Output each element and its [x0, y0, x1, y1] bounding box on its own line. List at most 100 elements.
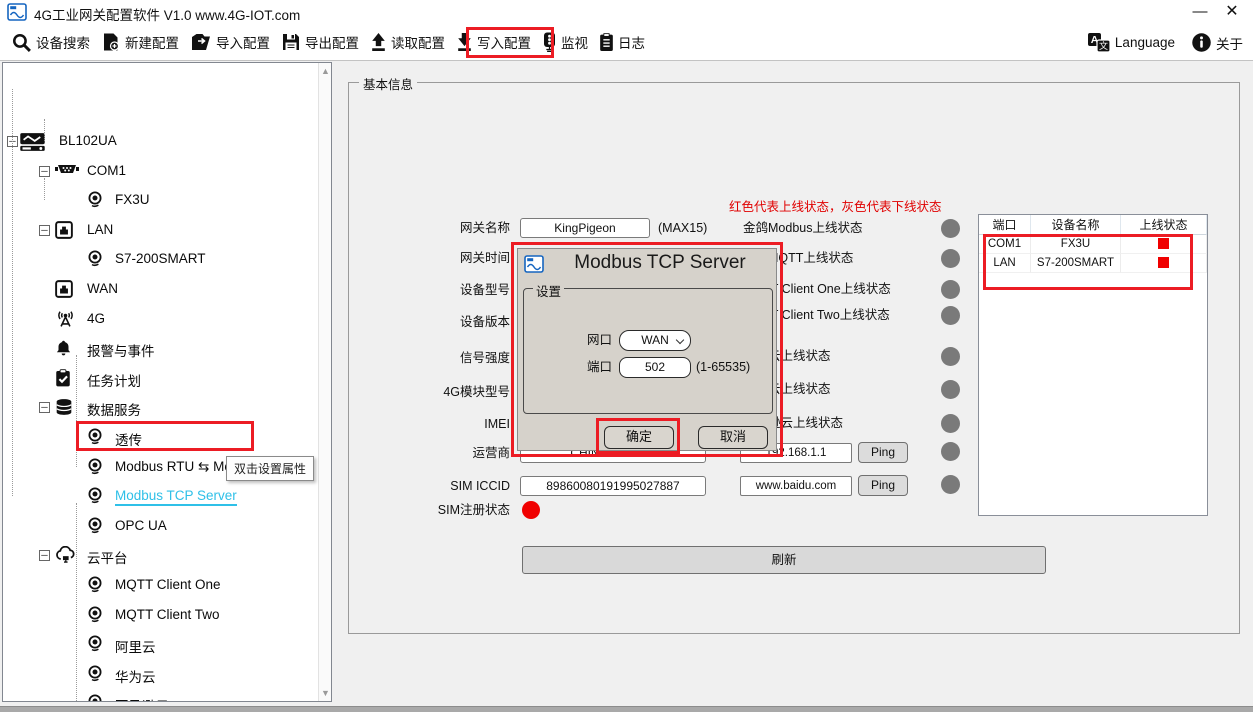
- online-indicator-square: [1158, 238, 1169, 250]
- collapse-icon[interactable]: ─: [39, 402, 50, 413]
- table-header-cell: 上线状态: [1121, 215, 1207, 235]
- tree-connector: [76, 503, 77, 701]
- tree-item-label: 任务计划: [87, 374, 141, 389]
- read-config-icon: [370, 32, 387, 53]
- application-window: 4G工业网关配置软件 V1.0 www.4G-IOT.com — ✕ 设备搜索 新…: [0, 0, 1253, 712]
- import-config-icon: [190, 32, 212, 52]
- tree-item-bl102ua[interactable]: ─ BL102UA: [3, 130, 317, 154]
- tree-item-opc-ua[interactable]: OPC UA: [3, 515, 317, 539]
- toolbar-button-label: 新建配置: [125, 36, 179, 51]
- ping-button[interactable]: Ping: [858, 475, 908, 496]
- close-button[interactable]: ✕: [1219, 1, 1245, 23]
- tcp-port-hint: (1-65535): [696, 360, 751, 374]
- table-header-cell: 设备名称: [1031, 215, 1121, 235]
- tree-item-阿里云[interactable]: 阿里云: [3, 633, 317, 657]
- form-label: SIM ICCID: [450, 479, 510, 493]
- toolbar-button-read-config[interactable]: 读取配置: [370, 26, 445, 59]
- app-logo-icon: [524, 255, 544, 278]
- scroll-down-icon[interactable]: ▼: [319, 686, 331, 700]
- ping-target-input[interactable]: www.baidu.com: [740, 476, 852, 496]
- ok-button[interactable]: 确定: [604, 426, 674, 449]
- toolbar-button-language[interactable]: A 文 Language: [1087, 26, 1175, 59]
- tree-item-wan[interactable]: WAN: [3, 278, 317, 302]
- tree-item-modbus-tcp-server[interactable]: Modbus TCP Server: [3, 485, 317, 509]
- form-label: 网关时间: [459, 251, 510, 265]
- collapse-icon[interactable]: ─: [39, 550, 50, 561]
- tree-item-label: MQTT Client One: [115, 577, 221, 592]
- collapse-icon[interactable]: ─: [39, 225, 50, 236]
- tree-item-报警与事件[interactable]: 报警与事件: [3, 337, 317, 361]
- form-label: 信号强度: [459, 351, 510, 365]
- table-cell-port: LAN: [979, 254, 1031, 273]
- tree-item-com1[interactable]: ─ COM1: [3, 160, 317, 184]
- form-label: 运营商: [472, 446, 510, 460]
- toolbar-button-new-config[interactable]: 新建配置: [101, 26, 179, 59]
- tree-item-mqtt-client-two[interactable]: MQTT Client Two: [3, 604, 317, 628]
- tree-scrollbar[interactable]: ▲ ▼: [318, 63, 331, 701]
- tree-item-label: WAN: [87, 281, 118, 296]
- net-port-select[interactable]: WAN: [619, 330, 691, 351]
- new-config-icon: [101, 32, 121, 52]
- status-legend: 红色代表上线状态，灰色代表下线状态: [729, 200, 942, 214]
- tree-item-label: 数据服务: [87, 403, 141, 418]
- toolbar-button-import-config[interactable]: 导入配置: [190, 26, 270, 59]
- tree-item-4g[interactable]: 4G: [3, 308, 317, 332]
- tree-connector: [44, 178, 45, 200]
- tree-item-label: FX3U: [115, 192, 150, 207]
- online-status-indicator: [941, 219, 960, 238]
- collapse-icon[interactable]: ─: [39, 166, 50, 177]
- device-icon: [87, 458, 103, 475]
- form-label: 设备型号: [459, 283, 510, 297]
- tree-item-亚马逊云[interactable]: 亚马逊云: [3, 692, 317, 701]
- online-status-indicator: [941, 414, 960, 433]
- tree-item-任务计划[interactable]: 任务计划: [3, 367, 317, 391]
- form-input[interactable]: 89860080191995027887: [520, 476, 706, 496]
- online-status-indicator: [941, 347, 960, 366]
- device-icon: [87, 191, 103, 208]
- toolbar-right-items: A 文 Language 关于: [1071, 24, 1243, 61]
- toolbar-button-write-config[interactable]: 写入配置: [456, 26, 531, 59]
- tree-item-label: OPC UA: [115, 518, 167, 533]
- antenna-icon: [55, 310, 76, 327]
- tree-item-数据服务[interactable]: ─ 数据服务: [3, 396, 317, 420]
- tree-item-华为云[interactable]: 华为云: [3, 663, 317, 687]
- language-icon: A文: [1087, 32, 1111, 53]
- minimize-button[interactable]: —: [1187, 1, 1213, 23]
- toolbar-button-monitor[interactable]: 监视: [542, 26, 588, 59]
- table-row[interactable]: COM1 FX3U: [979, 235, 1207, 254]
- toolbar-button-label: 读取配置: [391, 36, 445, 51]
- tree-item-lan[interactable]: ─ LAN: [3, 219, 317, 243]
- tree-item-s7-200smart[interactable]: S7-200SMART: [3, 248, 317, 272]
- table-header-cell: 端口: [979, 215, 1031, 235]
- settings-groupbox: 设置: [523, 281, 773, 414]
- table-cell-port: COM1: [979, 235, 1031, 254]
- scroll-up-icon[interactable]: ▲: [319, 64, 331, 78]
- database-icon: [55, 398, 73, 416]
- form-label: 设备版本: [459, 315, 510, 329]
- form-label: 网关名称: [459, 221, 510, 235]
- ping-button[interactable]: Ping: [858, 442, 908, 463]
- toolbar-button-log[interactable]: 日志: [599, 26, 645, 59]
- toolbar-button-search[interactable]: 设备搜索: [11, 26, 90, 59]
- tree-item-fx3u[interactable]: FX3U: [3, 189, 317, 213]
- toolbar-button-export-config[interactable]: 导出配置: [281, 26, 359, 59]
- about-icon: [1191, 32, 1212, 53]
- table-row[interactable]: LAN S7-200SMART: [979, 254, 1207, 273]
- tree-item-mqtt-client-one[interactable]: MQTT Client One: [3, 574, 317, 598]
- task-icon: [55, 369, 71, 387]
- window-title: 4G工业网关配置软件 V1.0 www.4G-IOT.com: [34, 8, 301, 23]
- form-input[interactable]: KingPigeon: [520, 218, 650, 238]
- cancel-button[interactable]: 取消: [698, 426, 768, 449]
- tree-item-云平台[interactable]: ─ 云平台: [3, 544, 317, 568]
- tcp-port-input[interactable]: 502: [619, 357, 691, 378]
- online-status-indicator: [941, 249, 960, 268]
- refresh-button[interactable]: 刷新: [522, 546, 1046, 574]
- sim-status-label: SIM注册状态: [437, 503, 510, 517]
- sim-status-indicator: [522, 501, 540, 519]
- gateway-icon: [19, 132, 46, 152]
- toolbar-button-about[interactable]: 关于: [1191, 26, 1243, 59]
- log-icon: [599, 32, 614, 52]
- tree-item-透传[interactable]: 透传: [3, 426, 317, 450]
- toolbar-button-label: 设备搜索: [36, 36, 90, 51]
- toolbar-button-label: 日志: [618, 36, 645, 51]
